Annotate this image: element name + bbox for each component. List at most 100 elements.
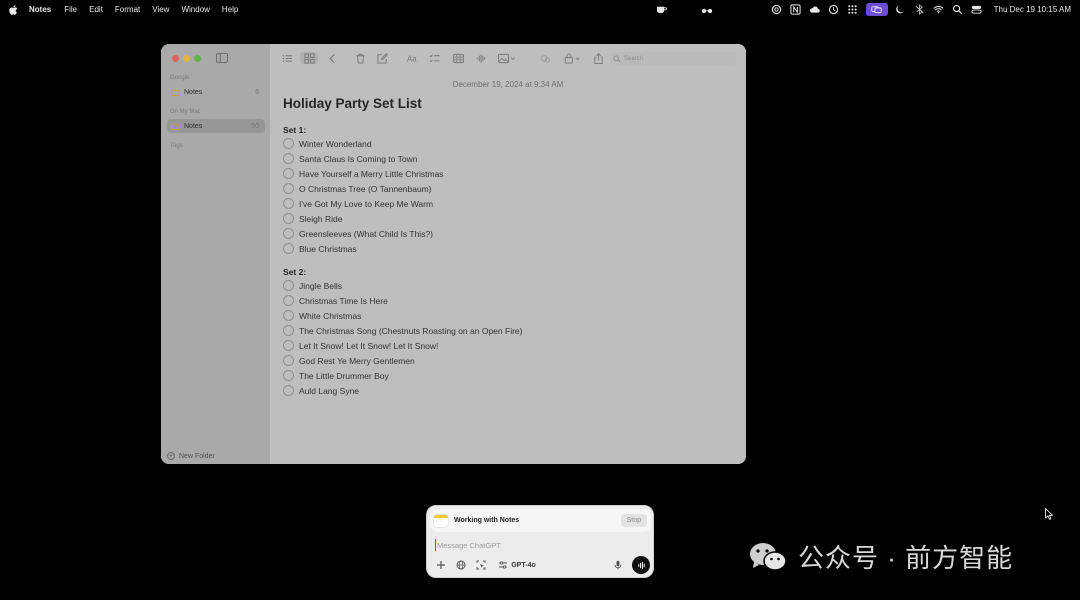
sidebar-item-label: Notes: [184, 88, 203, 96]
checklist-icon[interactable]: [428, 52, 440, 64]
checklist-item[interactable]: Santa Claus Is Coming to Town: [283, 151, 444, 166]
status-bar: Thu Dec 19 10:15 AM: [771, 0, 1080, 19]
checkbox[interactable]: [283, 183, 294, 194]
checklist-item[interactable]: Blue Christmas: [283, 241, 444, 256]
add-attachment-icon[interactable]: [435, 558, 447, 572]
checkbox[interactable]: [283, 138, 294, 149]
gallery-view-icon[interactable]: [300, 52, 318, 64]
wechat-watermark: 公众号 · 前方智能: [748, 538, 1013, 575]
microphone-icon[interactable]: [612, 558, 624, 572]
mouse-cursor-icon: [1045, 508, 1053, 520]
trash-icon[interactable]: [354, 52, 366, 64]
checkbox[interactable]: [283, 355, 294, 366]
cloud-icon[interactable]: [809, 4, 821, 16]
menu-help[interactable]: Help: [222, 5, 238, 14]
checklist-item[interactable]: Winter Wonderland: [283, 136, 444, 151]
checklist-item[interactable]: Have Yourself a Merry Little Christmas: [283, 166, 444, 181]
menu-edit[interactable]: Edit: [89, 5, 103, 14]
search-field[interactable]: Search: [610, 52, 736, 65]
screenshot-select-icon[interactable]: [475, 558, 487, 572]
zoom-button[interactable]: [194, 55, 201, 62]
checklist-item[interactable]: The Christmas Song (Chestnuts Roasting o…: [283, 323, 522, 338]
checkbox[interactable]: [283, 228, 294, 239]
text-format-icon[interactable]: Aa: [404, 52, 420, 64]
checkbox[interactable]: [283, 213, 294, 224]
chatgpt-icon[interactable]: [771, 4, 783, 16]
sidebar-toggle-icon[interactable]: [216, 53, 228, 63]
section-google: Google: [170, 75, 190, 81]
menubar-clock[interactable]: Thu Dec 19 10:15 AM: [994, 5, 1071, 14]
checkbox[interactable]: [283, 168, 294, 179]
close-button[interactable]: [172, 55, 179, 62]
moon-icon[interactable]: [895, 4, 907, 16]
voice-mode-button[interactable]: [632, 556, 650, 574]
checklist-item[interactable]: White Christmas: [283, 308, 522, 323]
notes-sidebar: Google Notes 6 On My Mac Notes 50 Tags +…: [161, 44, 270, 464]
glasses-icon[interactable]: [701, 1, 713, 19]
share-icon[interactable]: [592, 52, 604, 64]
checkbox[interactable]: [283, 295, 294, 306]
list-view-icon[interactable]: [280, 52, 294, 64]
compose-icon[interactable]: [376, 52, 388, 64]
new-folder-button[interactable]: + New Folder: [167, 452, 215, 460]
checklist-item[interactable]: Jingle Bells: [283, 278, 522, 293]
grid-icon[interactable]: [847, 4, 859, 16]
menu-format[interactable]: Format: [115, 5, 140, 14]
wechat-logo-icon: [750, 542, 787, 571]
model-selector[interactable]: GPT-4o: [495, 558, 539, 572]
set-1-heading[interactable]: Set 1:: [283, 125, 306, 135]
media-picker-icon[interactable]: [496, 52, 518, 64]
chatgpt-action-bar: GPT-4o: [427, 556, 653, 574]
checklist-item[interactable]: God Rest Ye Merry Gentlemen: [283, 353, 522, 368]
checkbox[interactable]: [283, 385, 294, 396]
table-icon[interactable]: [452, 52, 464, 64]
apple-menu-icon[interactable]: [9, 4, 18, 15]
sidebar-item-google-notes[interactable]: Notes 6: [167, 85, 265, 99]
sidebar-item-mac-notes[interactable]: Notes 50: [167, 119, 265, 133]
checklist-item[interactable]: Christmas Time Is Here: [283, 293, 522, 308]
bluetooth-icon[interactable]: [914, 4, 926, 16]
globe-icon[interactable]: [455, 558, 467, 572]
collaborate-icon[interactable]: [538, 52, 552, 64]
back-chevron-icon[interactable]: [326, 52, 338, 64]
coffee-icon[interactable]: [656, 1, 667, 19]
checklist-item[interactable]: Let It Snow! Let It Snow! Let It Snow!: [283, 338, 522, 353]
checkbox[interactable]: [283, 370, 294, 381]
checkbox[interactable]: [283, 325, 294, 336]
minimize-button[interactable]: [183, 55, 190, 62]
checklist-item[interactable]: Greensleeves (What Child Is This?): [283, 226, 444, 241]
checklist-item[interactable]: Auld Lang Syne: [283, 383, 522, 398]
new-folder-label: New Folder: [179, 452, 215, 460]
menu-view[interactable]: View: [152, 5, 169, 14]
wifi-icon[interactable]: [933, 4, 945, 16]
audio-waveform-icon[interactable]: [475, 52, 487, 64]
set-2-checklist: Jingle Bells Christmas Time Is Here Whit…: [283, 278, 522, 398]
note-title[interactable]: Holiday Party Set List: [283, 96, 422, 111]
checkbox[interactable]: [283, 310, 294, 321]
set-2-heading[interactable]: Set 2:: [283, 267, 306, 277]
checklist-item[interactable]: Sleigh Ride: [283, 211, 444, 226]
lock-icon[interactable]: [562, 52, 584, 64]
checkbox[interactable]: [283, 340, 294, 351]
checklist-item[interactable]: I've Got My Love to Keep Me Warm: [283, 196, 444, 211]
checkbox[interactable]: [283, 280, 294, 291]
menu-file[interactable]: File: [64, 5, 77, 14]
section-on-my-mac: On My Mac: [170, 109, 201, 115]
message-input[interactable]: [435, 539, 615, 551]
checklist-item[interactable]: The Little Drummer Boy: [283, 368, 522, 383]
checkbox[interactable]: [283, 243, 294, 254]
checkbox[interactable]: [283, 198, 294, 209]
menu-window[interactable]: Window: [181, 5, 209, 14]
checkbox[interactable]: [283, 153, 294, 164]
checklist-item[interactable]: O Christmas Tree (O Tannenbaum): [283, 181, 444, 196]
stop-button[interactable]: Stop: [620, 514, 647, 527]
section-tags: Tags: [170, 143, 183, 149]
control-center-icon[interactable]: [971, 4, 983, 16]
note-content: Aa Search December 19, 2024 at 9:34 AM H…: [270, 44, 746, 464]
set-1-checklist: Winter Wonderland Santa Claus Is Coming …: [283, 136, 444, 256]
search-icon[interactable]: [952, 4, 964, 16]
menu-app-name[interactable]: Notes: [29, 5, 51, 14]
notion-icon[interactable]: [790, 4, 802, 16]
screen-mirror-icon[interactable]: [865, 3, 888, 16]
sync-icon[interactable]: [828, 4, 840, 16]
